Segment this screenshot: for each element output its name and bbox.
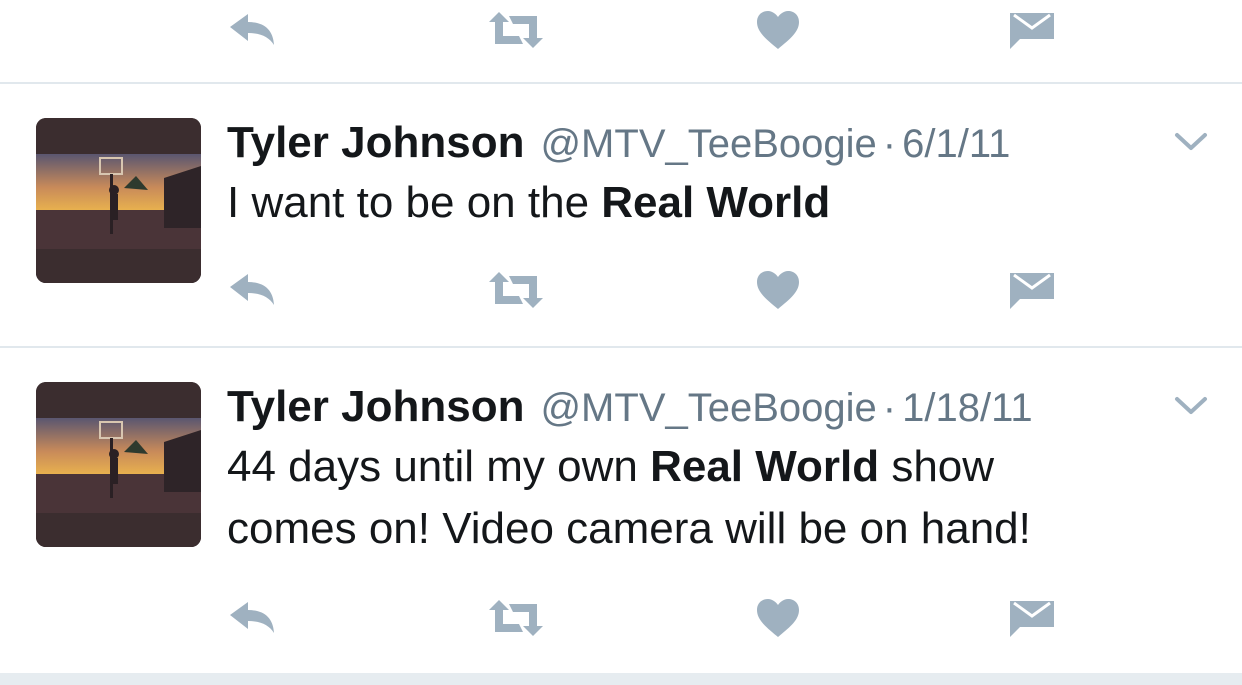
separator-dot: · xyxy=(882,386,897,430)
action-bar xyxy=(0,260,1242,320)
tweet-text-line: 44 days until my own Real World show xyxy=(227,442,995,491)
retweet-button[interactable] xyxy=(486,0,546,60)
divider xyxy=(0,82,1242,84)
chevron-down-icon xyxy=(1175,397,1207,414)
like-button[interactable] xyxy=(748,260,808,320)
retweet-icon xyxy=(489,600,543,636)
tweet-header: Tyler Johnson @MTV_TeeBoogie · 1/18/11 xyxy=(227,382,1033,432)
avatar[interactable] xyxy=(36,118,201,283)
direct-message-icon xyxy=(1010,13,1054,49)
retweet-button[interactable] xyxy=(486,260,546,320)
user-handle[interactable]: @MTV_TeeBoogie xyxy=(540,386,876,431)
timeline-bottom-edge xyxy=(0,673,1242,685)
reply-icon xyxy=(230,14,274,45)
tweet-header: Tyler Johnson @MTV_TeeBoogie · 6/1/11 xyxy=(227,118,1010,168)
direct-message-icon xyxy=(1010,601,1054,637)
like-icon xyxy=(757,271,799,309)
action-bar xyxy=(0,588,1242,648)
action-bar-top xyxy=(0,0,1242,60)
reply-icon xyxy=(230,274,274,305)
like-button[interactable] xyxy=(748,588,808,648)
like-icon xyxy=(757,599,799,637)
like-button[interactable] xyxy=(748,0,808,60)
chevron-down-icon xyxy=(1175,133,1207,150)
user-name[interactable]: Tyler Johnson xyxy=(227,382,524,432)
separator-dot: · xyxy=(882,122,897,166)
avatar[interactable] xyxy=(36,382,201,547)
user-name[interactable]: Tyler Johnson xyxy=(227,118,524,168)
tweet-date[interactable]: 6/1/11 xyxy=(902,122,1010,167)
direct-message-button[interactable] xyxy=(1002,588,1062,648)
reply-button[interactable] xyxy=(222,588,282,648)
direct-message-icon xyxy=(1010,273,1054,309)
tweet-menu-button[interactable] xyxy=(1168,122,1214,162)
tweet-menu-button[interactable] xyxy=(1168,386,1214,426)
retweet-icon xyxy=(489,12,543,48)
tweet-date[interactable]: 1/18/11 xyxy=(902,386,1033,431)
tweet[interactable]: Tyler Johnson @MTV_TeeBoogie · 6/1/11 I … xyxy=(0,118,1242,346)
tweet-text: I want to be on the Real World xyxy=(227,172,830,234)
reply-button[interactable] xyxy=(222,260,282,320)
tweet-text-line: comes on! Video camera will be on hand! xyxy=(227,504,1031,553)
reply-icon xyxy=(230,602,274,633)
retweet-button[interactable] xyxy=(486,588,546,648)
reply-button[interactable] xyxy=(222,0,282,60)
like-icon xyxy=(757,11,799,49)
retweet-icon xyxy=(489,272,543,308)
tweet-text: 44 days until my own Real World show com… xyxy=(227,436,1031,560)
direct-message-button[interactable] xyxy=(1002,260,1062,320)
tweet[interactable]: Tyler Johnson @MTV_TeeBoogie · 1/18/11 4… xyxy=(0,382,1242,672)
tweet-text-line: I want to be on the Real World xyxy=(227,178,831,227)
direct-message-button[interactable] xyxy=(1002,0,1062,60)
user-handle[interactable]: @MTV_TeeBoogie xyxy=(540,122,876,167)
divider xyxy=(0,346,1242,348)
